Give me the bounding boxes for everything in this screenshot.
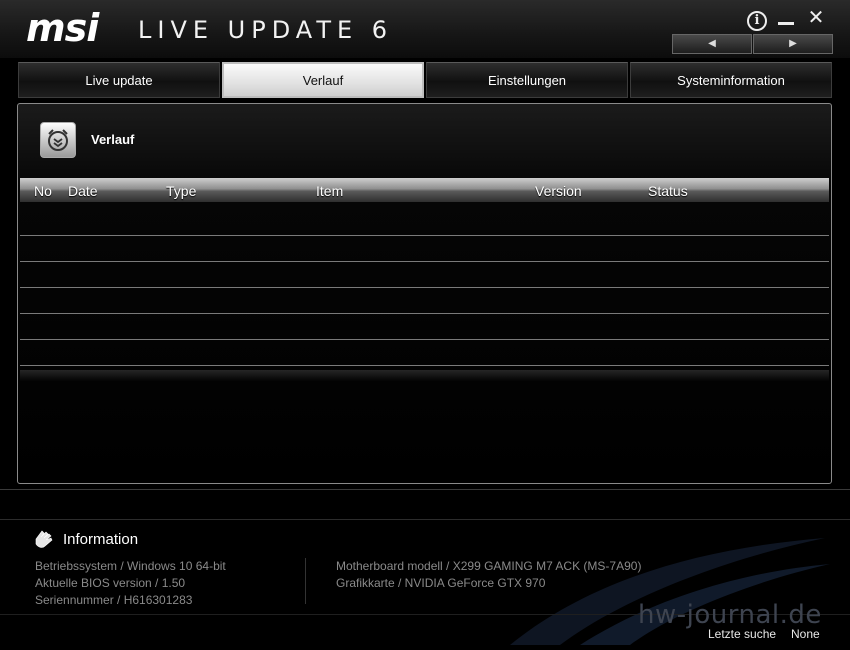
panel-title: Verlauf bbox=[91, 132, 135, 147]
brand-logo: msi bbox=[26, 6, 99, 50]
graphics-info: Grafikkarte / NVIDIA GeForce GTX 970 bbox=[336, 576, 546, 590]
product-title: LIVE UPDATE 6 bbox=[138, 16, 394, 44]
tab-live-update[interactable]: Live update bbox=[18, 62, 220, 98]
arrow-right-icon: ▶ bbox=[789, 38, 797, 49]
nav-prev-button[interactable]: ◀ bbox=[672, 34, 752, 54]
history-icon bbox=[40, 122, 76, 158]
panel-bottom-divider bbox=[0, 489, 850, 490]
tab-systeminformation[interactable]: Systeminformation bbox=[630, 62, 832, 98]
nav-next-button[interactable]: ▶ bbox=[753, 34, 833, 54]
info-circle-icon: i bbox=[747, 11, 767, 31]
hand-icon bbox=[35, 530, 53, 548]
close-button[interactable]: ✕ bbox=[804, 6, 828, 30]
motherboard-info: Motherboard modell / X299 GAMING M7 ACK … bbox=[336, 559, 642, 573]
column-no[interactable]: No bbox=[34, 183, 52, 199]
table-row[interactable] bbox=[20, 340, 829, 366]
column-type[interactable]: Type bbox=[166, 183, 196, 199]
os-info: Betriebssystem / Windows 10 64-bit bbox=[35, 559, 226, 573]
table-header: No Date Type Item Version Status bbox=[20, 178, 829, 202]
information-title: Information bbox=[63, 531, 139, 548]
minimize-button[interactable] bbox=[774, 6, 798, 30]
last-search-value: None bbox=[791, 627, 820, 641]
arrow-left-icon: ◀ bbox=[708, 38, 716, 49]
info-column-divider bbox=[305, 558, 306, 604]
tab-bar: Live update Verlauf Einstellungen System… bbox=[18, 62, 833, 100]
column-status[interactable]: Status bbox=[648, 183, 688, 199]
bios-info: Aktuelle BIOS version / 1.50 bbox=[35, 576, 186, 590]
table-bottom-shadow bbox=[20, 370, 829, 382]
close-icon: ✕ bbox=[807, 7, 825, 29]
info-button[interactable]: i bbox=[745, 6, 769, 31]
table-row[interactable] bbox=[20, 314, 829, 340]
table-row[interactable] bbox=[20, 210, 829, 236]
last-search-label: Letzte suche bbox=[708, 627, 777, 641]
table-row[interactable] bbox=[20, 262, 829, 288]
serial-info: Seriennummer / H616301283 bbox=[35, 593, 193, 607]
title-bar: msi LIVE UPDATE 6 i ✕ ◀ ▶ bbox=[0, 0, 850, 58]
minimize-icon bbox=[778, 22, 794, 25]
watermark: hw-journal.de bbox=[638, 600, 822, 630]
tab-einstellungen[interactable]: Einstellungen bbox=[426, 62, 628, 98]
column-item[interactable]: Item bbox=[316, 183, 343, 199]
tab-verlauf[interactable]: Verlauf bbox=[222, 62, 424, 98]
history-panel: Verlauf No Date Type Item Version Status bbox=[17, 103, 832, 484]
column-date[interactable]: Date bbox=[68, 183, 98, 199]
column-version[interactable]: Version bbox=[535, 183, 582, 199]
table-row[interactable] bbox=[20, 288, 829, 314]
table-row[interactable] bbox=[20, 236, 829, 262]
